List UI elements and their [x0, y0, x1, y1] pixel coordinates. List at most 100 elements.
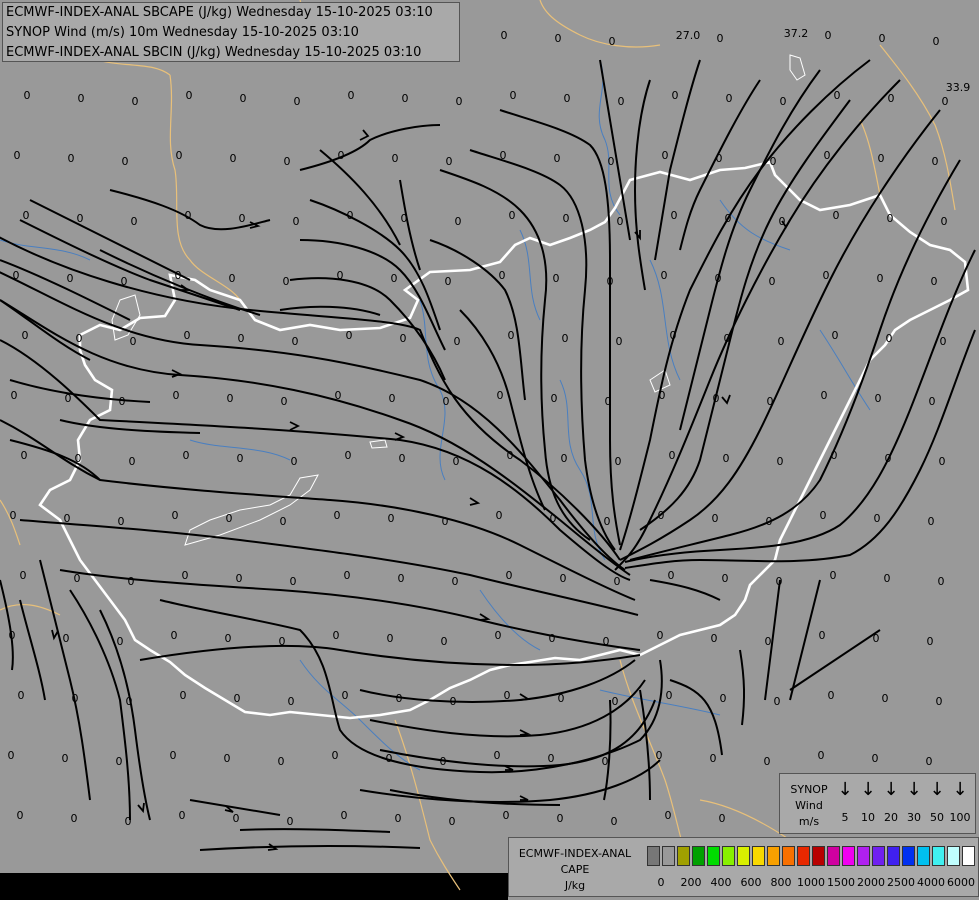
- cape-value-label: 0: [507, 449, 514, 462]
- title-line-cin: ECMWF-INDEX-ANAL SBCIN (J/kg) Wednesday …: [6, 45, 422, 60]
- cape-value-label: 27.0: [676, 29, 701, 42]
- cape-value-label: 0: [233, 812, 240, 825]
- cape-value-label: 0: [290, 575, 297, 588]
- cape-value-label: 0: [335, 389, 342, 402]
- wind-legend-value: 5: [841, 811, 849, 824]
- cape-value-label: 0: [75, 452, 82, 465]
- cape-value-label: 0: [237, 452, 244, 465]
- map-title-box: ECMWF-INDEX-ANAL SBCAPE (J/kg) Wednesday…: [2, 2, 460, 62]
- wind-legend-value: 50: [930, 811, 944, 824]
- cape-value-label: 0: [710, 752, 717, 765]
- cape-value-label: 0: [293, 215, 300, 228]
- cape-value-label: 0: [549, 632, 556, 645]
- cape-value-label: 0: [287, 815, 294, 828]
- cape-value-label: 0: [121, 275, 128, 288]
- cape-value-label: 0: [288, 695, 295, 708]
- cape-value-label: 0: [884, 572, 891, 585]
- cape-value-label: 0: [341, 809, 348, 822]
- cape-color-swatch: [797, 846, 810, 866]
- cape-value-label: 37.2: [784, 27, 809, 40]
- cape-value-label: 0: [280, 515, 287, 528]
- cape-value-label: 0: [501, 29, 508, 42]
- cape-value-label: 0: [665, 809, 672, 822]
- cape-value-label: 0: [825, 29, 832, 42]
- cape-value-label: 0: [778, 335, 785, 348]
- cape-value-label: 0: [184, 329, 191, 342]
- cape-value-label: 0: [173, 389, 180, 402]
- cape-value-label: 0: [671, 209, 678, 222]
- cape-color-swatch: [812, 846, 825, 866]
- cape-value-label: 0: [62, 752, 69, 765]
- cape-value-label: 0: [711, 632, 718, 645]
- cape-value-label: 0: [122, 155, 129, 168]
- cape-value-label: 0: [662, 149, 669, 162]
- cape-value-label: 0: [558, 692, 565, 705]
- cape-value-label: 0: [509, 209, 516, 222]
- cape-value-label: 0: [553, 272, 560, 285]
- cape-value-label: 0: [180, 689, 187, 702]
- cape-value-label: 0: [175, 269, 182, 282]
- cape-value-label: 0: [226, 512, 233, 525]
- cape-value-label: 0: [346, 329, 353, 342]
- cape-value-label: 0: [659, 389, 666, 402]
- cape-value-label: 0: [723, 452, 730, 465]
- synop-legend-subtitle: Wind: [795, 799, 823, 812]
- title-line-cape: ECMWF-INDEX-ANAL SBCAPE (J/kg) Wednesday…: [6, 5, 433, 20]
- cape-value-label: 0: [395, 812, 402, 825]
- cape-value-label: 0: [726, 92, 733, 105]
- cape-value-label: 0: [170, 749, 177, 762]
- cape-value-label: 0: [715, 272, 722, 285]
- cape-value-label: 0: [441, 635, 448, 648]
- cape-color-swatch: [932, 846, 945, 866]
- cape-value-label: 0: [347, 209, 354, 222]
- cape-value-label: 0: [440, 755, 447, 768]
- cape-value-label: 0: [401, 212, 408, 225]
- cape-legend-label: ECMWF-INDEX-ANAL CAPE J/kg: [511, 846, 639, 894]
- cape-color-swatch: [827, 846, 840, 866]
- cape-value-label: 0: [65, 392, 72, 405]
- cape-value-label: 0: [831, 449, 838, 462]
- cape-value-label: 0: [821, 389, 828, 402]
- cape-value-label: 0: [657, 629, 664, 642]
- cape-value-label: 0: [494, 749, 501, 762]
- cape-value-label: 0: [875, 392, 882, 405]
- cape-value-label: 0: [292, 335, 299, 348]
- cape-value-label: 0: [770, 155, 777, 168]
- cape-value-label: 0: [449, 815, 456, 828]
- cape-value-label: 0: [712, 512, 719, 525]
- cape-value-label: 0: [939, 455, 946, 468]
- cape-value-label: 0: [281, 395, 288, 408]
- cape-value-label: 0: [776, 575, 783, 588]
- cape-color-swatch: [917, 846, 930, 866]
- cape-value-label: 0: [342, 689, 349, 702]
- cape-value-label: 0: [940, 335, 947, 348]
- cape-value-label: 0: [132, 95, 139, 108]
- cape-legend-unit: J/kg: [564, 879, 586, 892]
- cape-value-label: 0: [283, 275, 290, 288]
- cape-value-label: 0: [560, 572, 567, 585]
- cape-value-label: 0: [828, 689, 835, 702]
- cape-value-label: 0: [176, 149, 183, 162]
- cape-value-label: 0: [396, 692, 403, 705]
- cape-value-label: 0: [563, 212, 570, 225]
- cape-value-label: 0: [936, 695, 943, 708]
- cape-value-label: 0: [67, 272, 74, 285]
- cape-value-label: 0: [333, 629, 340, 642]
- cape-value-label: 0: [454, 335, 461, 348]
- cape-value-label: 0: [767, 395, 774, 408]
- cape-value-label: 0: [666, 689, 673, 702]
- cape-value-label: 0: [128, 575, 135, 588]
- cape-legend-title: ECMWF-INDEX-ANAL: [518, 847, 632, 860]
- cape-value-label: 0: [23, 209, 30, 222]
- cape-value-label: 0: [125, 815, 132, 828]
- cape-value-label: 0: [452, 575, 459, 588]
- cape-value-label: 0: [780, 95, 787, 108]
- cape-value-label: 0: [496, 509, 503, 522]
- cape-color-swatch: [857, 846, 870, 866]
- cape-value-label: 0: [882, 692, 889, 705]
- cape-value-label: 0: [291, 455, 298, 468]
- cape-value-label: 0: [716, 152, 723, 165]
- cape-value-label: 0: [344, 569, 351, 582]
- cape-value-label: 0: [617, 215, 624, 228]
- cape-legend-subtitle: CAPE: [560, 863, 590, 876]
